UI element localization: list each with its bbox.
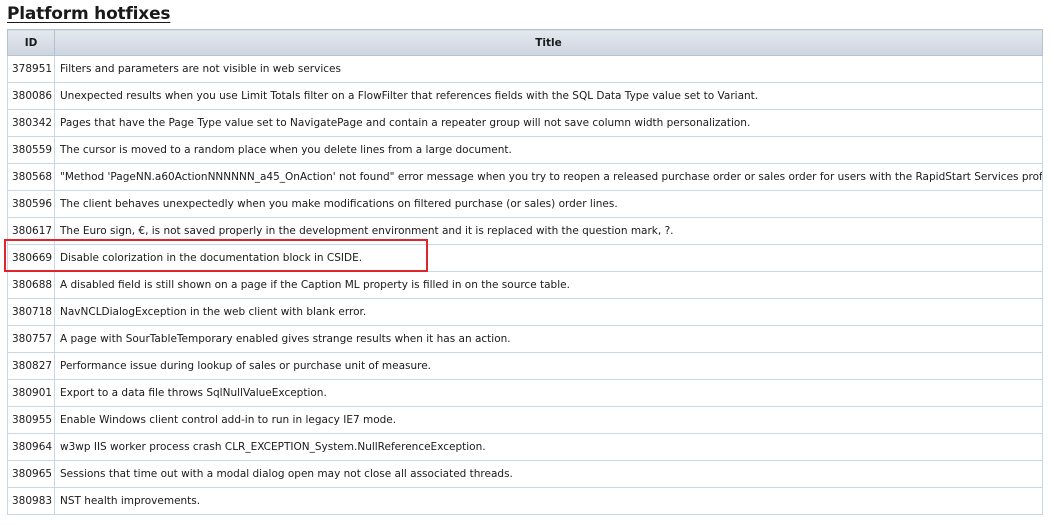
hotfix-id-cell: 380688 <box>7 271 55 299</box>
hotfix-id-cell: 378951 <box>7 55 55 83</box>
hotfix-id-cell: 380827 <box>7 352 55 380</box>
table-row: 380086 Unexpected results when you use Li… <box>7 82 1043 110</box>
hotfix-table-body: 378951 Filters and parameters are not vis… <box>7 55 1043 515</box>
table-row: 380688 A disabled field is still shown on… <box>7 271 1043 299</box>
table-row: 380342 Pages that have the Page Type valu… <box>7 109 1043 137</box>
table-row: 380827 Performance issue during lookup of… <box>7 352 1043 380</box>
table-row: 380901 Export to a data file throws SqlNu… <box>7 379 1043 407</box>
hotfix-id-cell: 380757 <box>7 325 55 353</box>
page-title: Platform hotfixes <box>7 4 171 24</box>
hotfix-title-cell: NST health improvements. <box>54 487 1043 515</box>
table-row: 380568 "Method 'PageNN.a60ActionNNNNNN_a4… <box>7 163 1043 191</box>
table-header-row: ID Title <box>7 29 1043 56</box>
table-row: 378951 Filters and parameters are not vis… <box>7 55 1043 83</box>
hotfix-title-cell: Disable colorization in the documentatio… <box>54 244 1043 272</box>
hotfix-title-cell: The Euro sign, €, is not saved properly … <box>54 217 1043 245</box>
hotfix-id-cell: 380559 <box>7 136 55 164</box>
table-row: 380965 Sessions that time out with a moda… <box>7 460 1043 488</box>
hotfix-id-cell: 380965 <box>7 460 55 488</box>
hotfix-title-cell: Export to a data file throws SqlNullValu… <box>54 379 1043 407</box>
table-row: 380983 NST health improvements. <box>7 487 1043 515</box>
hotfix-id-cell: 380901 <box>7 379 55 407</box>
hotfix-title-cell: w3wp IIS worker process crash CLR_EXCEPT… <box>54 433 1043 461</box>
hotfix-title-cell: Pages that have the Page Type value set … <box>54 109 1043 137</box>
hotfix-id-cell: 380983 <box>7 487 55 515</box>
hotfix-title-cell: A disabled field is still shown on a pag… <box>54 271 1043 299</box>
hotfix-id-cell: 380955 <box>7 406 55 434</box>
hotfix-title-cell: "Method 'PageNN.a60ActionNNNNNN_a45_OnAc… <box>54 163 1043 191</box>
table-row: 380617 The Euro sign, €, is not saved pro… <box>7 217 1043 245</box>
table-row: 380596 The client behaves unexpectedly wh… <box>7 190 1043 218</box>
column-header-id[interactable]: ID <box>7 29 55 56</box>
hotfix-title-cell: Enable Windows client control add-in to … <box>54 406 1043 434</box>
hotfix-id-cell: 380596 <box>7 190 55 218</box>
hotfix-id-cell: 380617 <box>7 217 55 245</box>
hotfix-id-cell: 380669 <box>7 244 55 272</box>
hotfix-title-cell: The cursor is moved to a random place wh… <box>54 136 1043 164</box>
column-header-title[interactable]: Title <box>54 29 1043 56</box>
table-row: 380718 NavNCLDialogException in the web c… <box>7 298 1043 326</box>
hotfix-id-cell: 380342 <box>7 109 55 137</box>
table-row: 380955 Enable Windows client control add-… <box>7 406 1043 434</box>
table-row: 380964 w3wp IIS worker process crash CLR_… <box>7 433 1043 461</box>
hotfix-table: ID Title 378951 Filters and parameters ar… <box>7 29 1043 515</box>
hotfix-title-cell: Performance issue during lookup of sales… <box>54 352 1043 380</box>
table-row: 380669 Disable colorization in the docume… <box>7 244 1043 272</box>
table-row: 380757 A page with SourTableTemporary ena… <box>7 325 1043 353</box>
hotfix-title-cell: A page with SourTableTemporary enabled g… <box>54 325 1043 353</box>
hotfix-title-cell: The client behaves unexpectedly when you… <box>54 190 1043 218</box>
hotfix-id-cell: 380568 <box>7 163 55 191</box>
hotfix-id-cell: 380964 <box>7 433 55 461</box>
table-row: 380559 The cursor is moved to a random pl… <box>7 136 1043 164</box>
hotfix-id-cell: 380086 <box>7 82 55 110</box>
hotfix-title-cell: Filters and parameters are not visible i… <box>54 55 1043 83</box>
hotfix-title-cell: Unexpected results when you use Limit To… <box>54 82 1043 110</box>
hotfix-title-cell: Sessions that time out with a modal dial… <box>54 460 1043 488</box>
hotfix-title-cell: NavNCLDialogException in the web client … <box>54 298 1043 326</box>
hotfix-id-cell: 380718 <box>7 298 55 326</box>
